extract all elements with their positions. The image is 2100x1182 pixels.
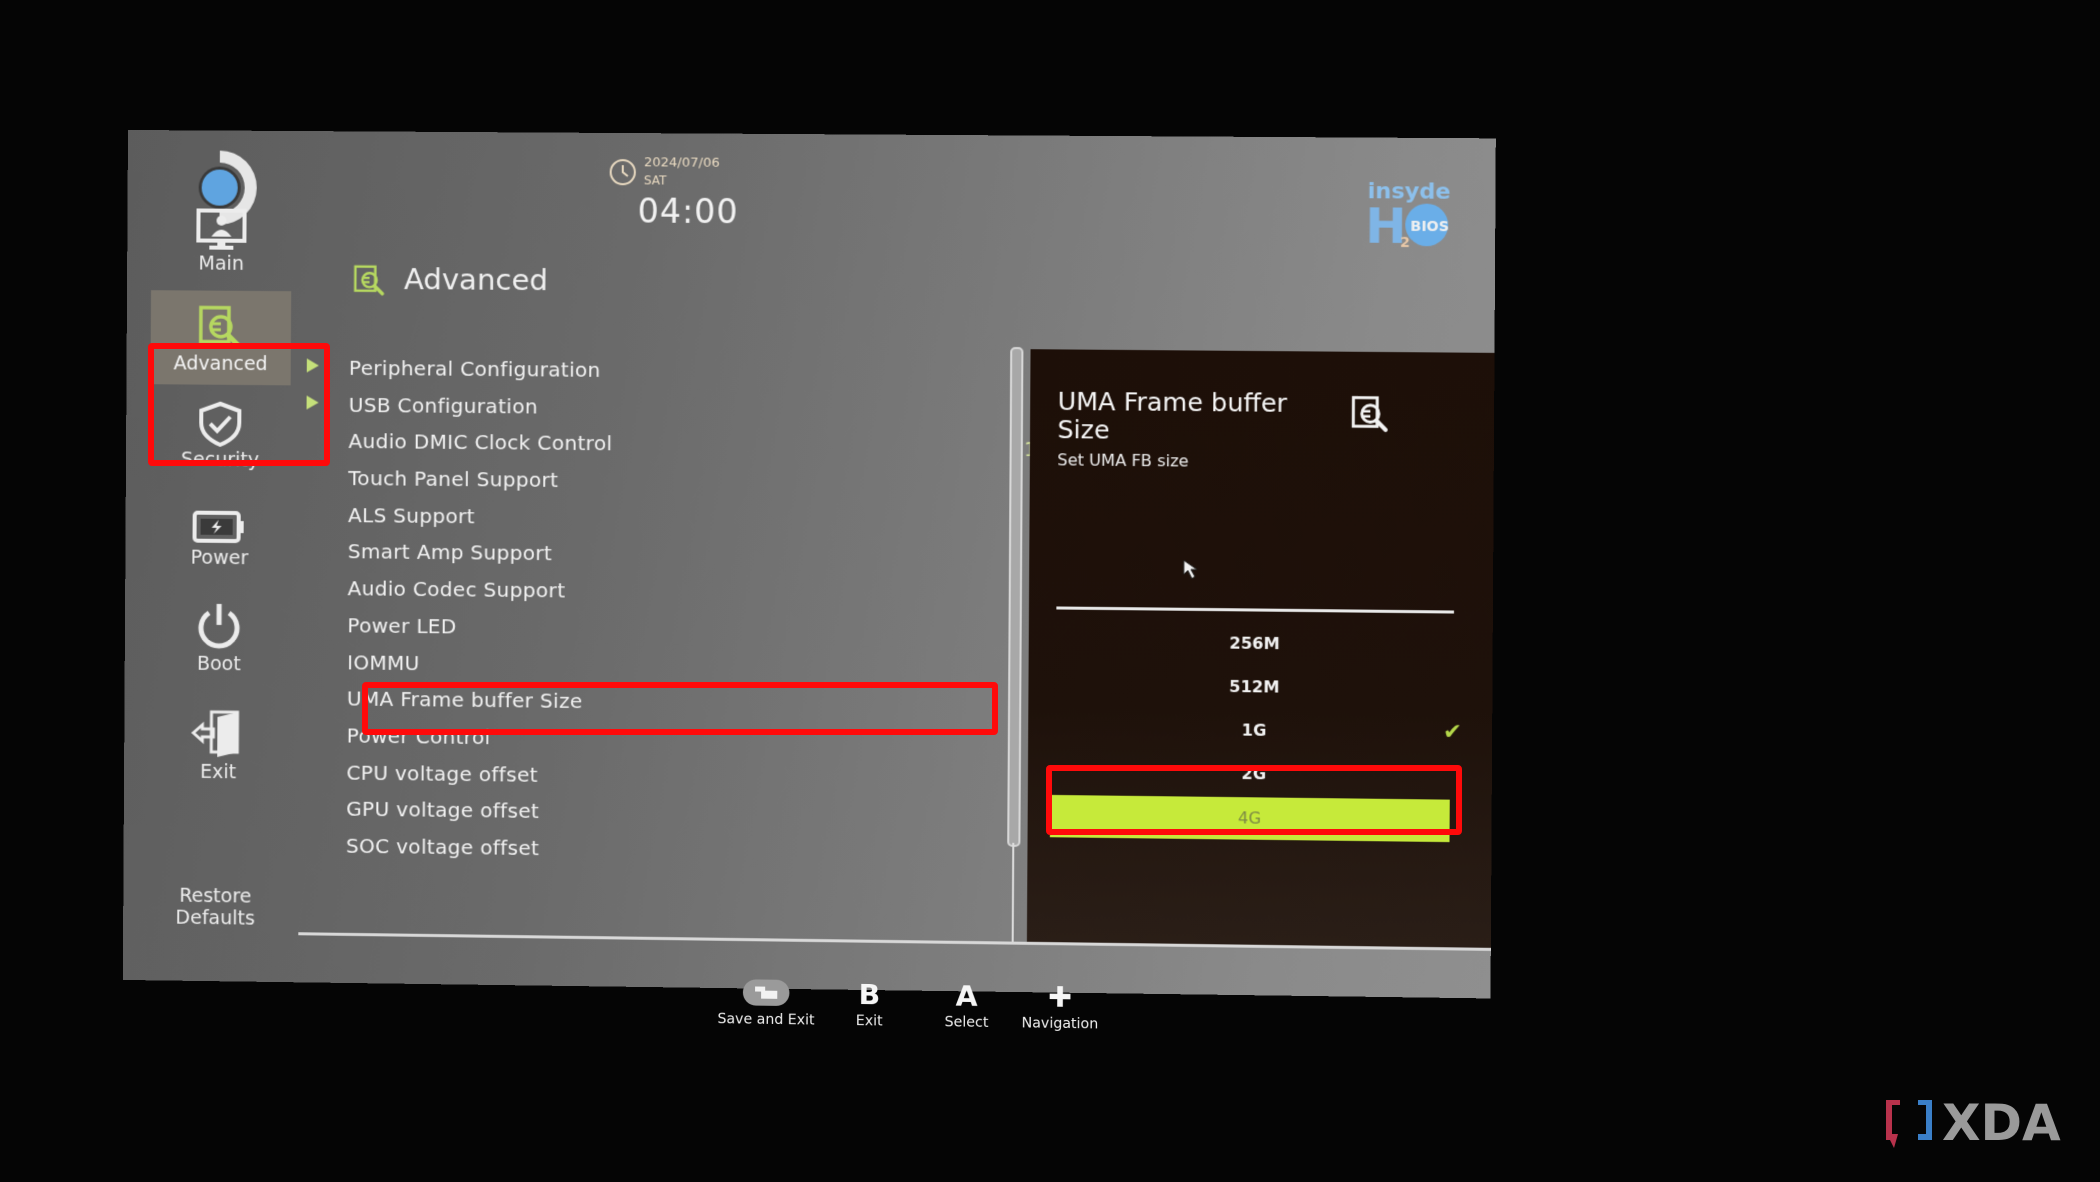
option-256m[interactable]: 256M (1056, 632, 1454, 655)
hint-navigation[interactable]: ✚ Navigation (999, 977, 1121, 1033)
restore-defaults-button[interactable]: Restore Defaults (145, 884, 285, 930)
sidebar-item-label: Exit (200, 760, 237, 784)
page-title-text: Advanced (403, 262, 549, 298)
option-512m[interactable]: 512M (1056, 675, 1454, 699)
panel-divider (1056, 606, 1455, 614)
panel-title: UMA Frame buffer Size (1057, 386, 1288, 445)
mouse-cursor-icon (1182, 558, 1203, 580)
setting-label: Audio DMIC Clock Control (348, 429, 613, 456)
bios-screen: 2024/07/06 SAT 04:00 insyde H BIOS 2 Mai… (122, 130, 1496, 1032)
setting-label: ALS Support (347, 502, 475, 529)
hint-label: Navigation (1021, 1015, 1099, 1033)
power-icon (198, 603, 240, 648)
setting-label: Peripheral Configuration (348, 355, 601, 382)
sidebar: Main Advanced Security Power Boot Exit R… (128, 130, 1496, 930)
monitor-user-icon (196, 208, 247, 250)
sidebar-item-exit[interactable]: Exit (148, 708, 289, 784)
setting-label: Smart Amp Support (347, 539, 553, 566)
xda-watermark-logo: XDA (1886, 1094, 2061, 1152)
document-search-icon (353, 264, 384, 295)
dpad-icon: ✚ (1048, 979, 1073, 1014)
annotation-box-advanced-tab (148, 343, 330, 466)
day-text: SAT (643, 173, 667, 188)
setting-label: Touch Panel Support (348, 466, 559, 493)
sidebar-item-label: Power (190, 546, 249, 570)
option-1g[interactable]: 1G ✔ (1056, 718, 1462, 745)
exit-door-icon (190, 709, 239, 757)
xda-text: XDA (1942, 1094, 2061, 1152)
date-text: 2024/07/06 (643, 155, 720, 171)
battery-icon (192, 510, 244, 543)
setting-label: Audio Codec Support (347, 576, 566, 603)
option-panel: UMA Frame buffer Size Set UMA FB size 25… (1026, 349, 1495, 950)
option-label: 512M (1229, 676, 1280, 697)
setting-label: GPU voltage offset (346, 796, 540, 824)
setting-label: USB Configuration (348, 392, 538, 419)
setting-label: SOC voltage offset (345, 833, 540, 861)
svg-text:BIOS: BIOS (1410, 219, 1449, 235)
setting-label: Power LED (347, 613, 457, 639)
panel-description: Set UMA FB size (1057, 450, 1189, 471)
page-title: Advanced (352, 262, 548, 300)
insyde-h2o-logo: insyde H BIOS 2 (1365, 179, 1451, 251)
sidebar-item-label: Boot (196, 652, 241, 676)
checkmark-icon: ✔ (1442, 719, 1462, 746)
scrollbar-track[interactable] (1011, 842, 1015, 942)
document-search-icon (1350, 394, 1391, 435)
restore-defaults-line2: Defaults (175, 906, 256, 930)
time-text: 04:00 (637, 191, 739, 232)
restore-defaults-line1: Restore (179, 884, 252, 908)
annotation-box-4g-option (1046, 765, 1462, 835)
sidebar-item-boot[interactable]: Boot (149, 600, 290, 676)
annotation-box-uma-setting (362, 682, 998, 735)
option-label: 1G (1241, 720, 1267, 740)
sidebar-item-label: Main (198, 252, 245, 275)
setting-label: IOMMU (347, 649, 420, 675)
sidebar-item-main[interactable]: Main (151, 208, 292, 275)
sidebar-item-power[interactable]: Power (149, 508, 290, 569)
clock-icon (608, 157, 638, 187)
option-label: 256M (1229, 633, 1280, 654)
svg-text:2: 2 (1400, 235, 1410, 251)
setting-label: CPU voltage offset (346, 760, 538, 787)
